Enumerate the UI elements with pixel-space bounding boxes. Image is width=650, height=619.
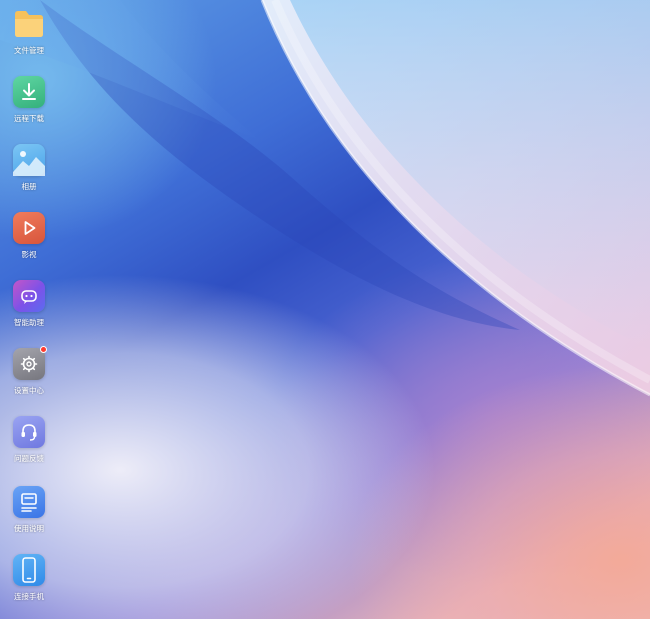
app-user-manual[interactable]: 使用说明: [0, 486, 58, 546]
app-label: 使用说明: [14, 524, 44, 533]
download-icon: [13, 76, 45, 108]
app-label: 设置中心: [14, 386, 44, 395]
photo-icon: [13, 144, 45, 176]
headset-icon: [13, 416, 45, 448]
app-label: 智能助理: [14, 318, 44, 327]
assistant-icon: [13, 280, 45, 312]
app-label: 问题反馈: [14, 454, 44, 463]
folder-icon: [13, 8, 45, 40]
desktop: 文件管理 远程下载 相册 影视 智能助理 设置中心 问题反馈 使用说明 连接手机: [0, 0, 650, 619]
phone-icon: [13, 554, 45, 586]
app-label: 相册: [21, 182, 37, 191]
app-feedback[interactable]: 问题反馈: [0, 416, 58, 476]
app-label: 影视: [21, 250, 37, 259]
app-label: 远程下载: [14, 114, 44, 123]
wallpaper: [0, 0, 650, 397]
app-photos[interactable]: 相册: [0, 144, 58, 204]
play-icon: [13, 212, 45, 244]
manual-icon: [13, 486, 45, 518]
gear-icon: [13, 346, 47, 380]
app-settings-center[interactable]: 设置中心: [0, 346, 58, 408]
desktop-icons: 文件管理 远程下载 相册 影视 智能助理 设置中心 问题反馈 使用说明 连接手机: [0, 0, 60, 619]
app-connect-phone[interactable]: 连接手机: [0, 554, 58, 614]
app-assistant[interactable]: 智能助理: [0, 280, 58, 340]
app-video[interactable]: 影视: [0, 212, 58, 272]
app-label: 连接手机: [14, 592, 44, 601]
app-remote-download[interactable]: 远程下载: [0, 76, 58, 136]
notification-badge: [40, 346, 47, 353]
app-label: 文件管理: [14, 46, 44, 55]
app-file-manager[interactable]: 文件管理: [0, 8, 58, 68]
